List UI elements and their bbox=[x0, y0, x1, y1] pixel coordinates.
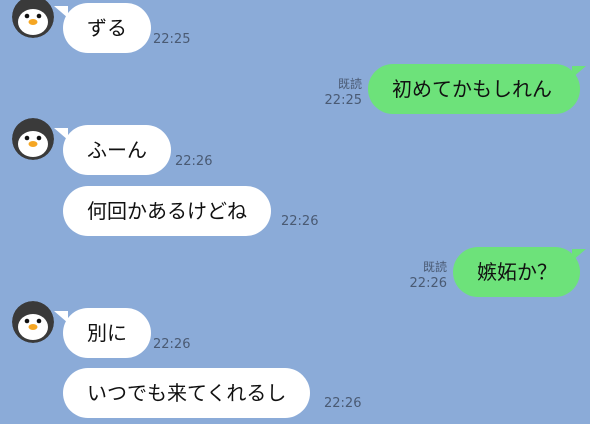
message-time: 22:25 bbox=[324, 93, 362, 108]
message-text: 何回かあるけどね bbox=[87, 199, 247, 223]
read-receipt: 既読 bbox=[422, 260, 447, 274]
penguin-avatar-icon[interactable] bbox=[12, 0, 54, 38]
message-bubble-incoming[interactable]: 別に bbox=[63, 308, 151, 358]
message-bubble-incoming[interactable]: いつでも来てくれるし bbox=[63, 368, 311, 418]
message-bubble-incoming[interactable]: ずる bbox=[63, 3, 151, 53]
bubble-tail bbox=[572, 66, 586, 78]
message-text: 嫉妬か？ bbox=[477, 260, 557, 284]
bubble-tail bbox=[572, 249, 586, 261]
message-bubble-incoming[interactable]: 何回かあるけどね bbox=[63, 186, 271, 236]
message-bubble-incoming[interactable]: ふーん bbox=[63, 125, 171, 175]
message-text: ずる bbox=[87, 16, 127, 40]
message-time: 22:26 bbox=[324, 396, 362, 411]
message-bubble-outgoing[interactable]: 初めてかもしれん bbox=[368, 64, 580, 114]
message-time: 22:26 bbox=[153, 337, 191, 352]
message-text: 別に bbox=[87, 321, 127, 345]
message-text: いつでも来てくれるし bbox=[87, 381, 287, 405]
message-bubble-outgoing[interactable]: 嫉妬か？ bbox=[453, 247, 580, 297]
chat-area: ずる 22:25 既読 22:25 初めてかもしれん ふーん 22:26 何回か… bbox=[0, 0, 590, 424]
penguin-avatar-icon[interactable] bbox=[12, 301, 54, 343]
message-time: 22:26 bbox=[175, 154, 213, 169]
read-receipt: 既読 bbox=[337, 77, 362, 91]
message-text: ふーん bbox=[87, 138, 147, 162]
message-time: 22:26 bbox=[281, 214, 319, 229]
penguin-avatar-icon[interactable] bbox=[12, 118, 54, 160]
message-text: 初めてかもしれん bbox=[392, 77, 552, 101]
message-time: 22:26 bbox=[409, 276, 447, 291]
message-time: 22:25 bbox=[153, 32, 191, 47]
